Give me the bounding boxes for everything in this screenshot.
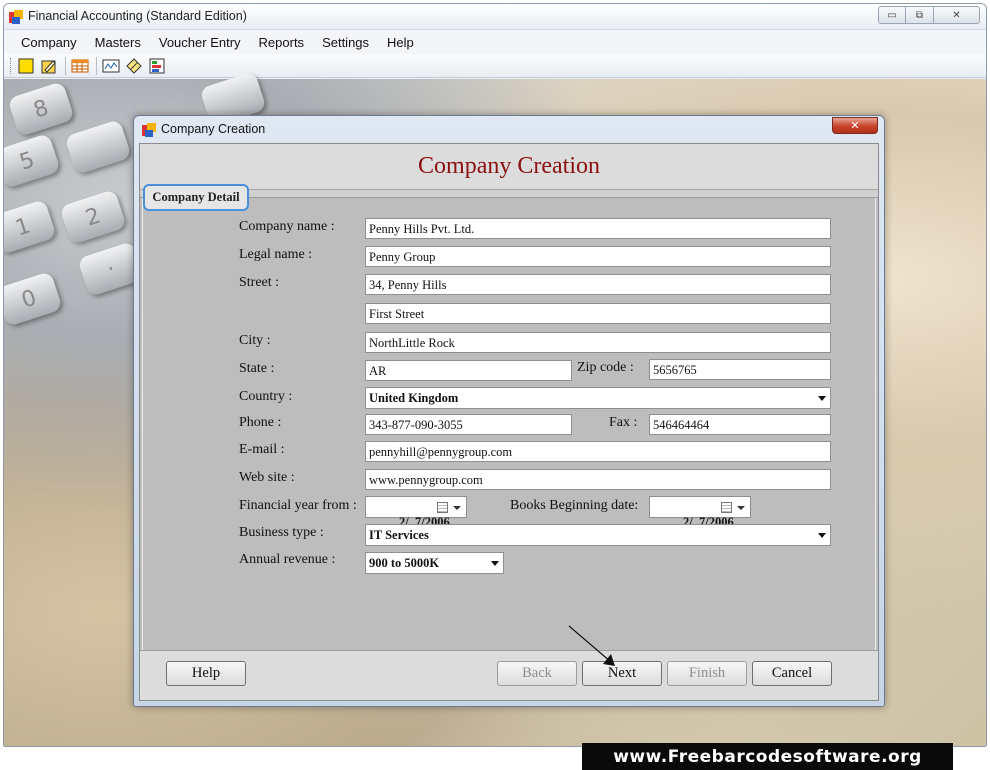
website-field[interactable]: www.pennygroup.com <box>365 469 831 490</box>
chevron-down-icon[interactable] <box>453 506 461 510</box>
calendar-icon[interactable] <box>721 502 732 513</box>
page-title: Company Creation <box>418 153 600 179</box>
business-type-label: Business type : <box>239 525 324 540</box>
fax-field[interactable]: 546464464 <box>649 414 831 435</box>
toolbar-separator <box>65 56 66 75</box>
back-button[interactable]: Back <box>497 661 577 686</box>
open-icon[interactable] <box>40 57 58 75</box>
country-label: Country : <box>239 389 293 404</box>
legal-name-label: Legal name : <box>239 247 313 262</box>
tab-company-detail[interactable]: Company Detail <box>143 184 249 211</box>
finish-button[interactable]: Finish <box>667 661 747 686</box>
website-label: Web site : <box>239 470 295 485</box>
dialog-title: Company Creation <box>161 122 266 136</box>
app-icon <box>142 123 156 137</box>
dialog-title-bar: Company Creation ✕ <box>134 116 884 142</box>
annual-revenue-label: Annual revenue : <box>239 552 336 567</box>
email-label: E-mail : <box>239 442 285 457</box>
company-name-label: Company name : <box>239 219 335 234</box>
calculator-graphic: 8 5 2 1 · 0 <box>4 71 267 339</box>
phone-field[interactable]: 343-877-090-3055 <box>365 414 572 435</box>
help-button[interactable]: Help <box>166 661 246 686</box>
new-icon[interactable] <box>17 57 35 75</box>
window-controls: ▭ ⧉ ✕ <box>878 6 980 24</box>
toolbar-separator <box>96 56 97 75</box>
title-bar: Financial Accounting (Standard Edition) … <box>4 4 986 30</box>
country-select[interactable]: United Kingdom <box>365 387 831 409</box>
close-button[interactable]: ✕ <box>934 6 980 24</box>
chevron-down-icon[interactable] <box>818 533 826 538</box>
toolbar <box>4 54 986 78</box>
business-type-value: IT Services <box>369 528 429 542</box>
tab-strip <box>140 190 878 198</box>
chevron-down-icon[interactable] <box>737 506 745 510</box>
edit-icon[interactable] <box>125 57 143 75</box>
email-field[interactable]: pennyhill@pennygroup.com <box>365 441 831 462</box>
country-value: United Kingdom <box>369 391 459 405</box>
city-field[interactable]: NorthLittle Rock <box>365 332 831 353</box>
window-title: Financial Accounting (Standard Edition) <box>28 9 247 23</box>
maximize-button[interactable]: ⧉ <box>906 6 934 24</box>
menu-company[interactable]: Company <box>12 35 86 50</box>
minimize-button[interactable]: ▭ <box>878 6 906 24</box>
button-band: Help Back Next Finish Cancel <box>140 650 878 700</box>
header-band: Company Creation <box>140 144 878 190</box>
financial-year-from-label: Financial year from : <box>239 498 357 513</box>
menu-settings[interactable]: Settings <box>313 35 378 50</box>
company-name-field[interactable]: Penny Hills Pvt. Ltd. <box>365 218 831 239</box>
cancel-button[interactable]: Cancel <box>752 661 832 686</box>
state-field[interactable]: AR <box>365 360 572 381</box>
state-label: State : <box>239 361 275 376</box>
street-line2-field[interactable]: First Street <box>365 303 831 324</box>
menu-voucher-entry[interactable]: Voucher Entry <box>150 35 250 50</box>
menu-help[interactable]: Help <box>378 35 423 50</box>
chevron-down-icon[interactable] <box>818 396 826 401</box>
legal-name-field[interactable]: Penny Group <box>365 246 831 267</box>
menu-reports[interactable]: Reports <box>250 35 314 50</box>
calendar-icon[interactable] <box>437 502 448 513</box>
dialog-close-button[interactable]: ✕ <box>832 117 878 134</box>
company-creation-dialog: Company Creation ✕ Company Creation Comp… <box>133 115 885 707</box>
chart-icon[interactable] <box>148 57 166 75</box>
menu-masters[interactable]: Masters <box>86 35 150 50</box>
grid-icon[interactable] <box>71 57 89 75</box>
phone-label: Phone : <box>239 415 282 430</box>
toolbar-grip <box>10 57 13 74</box>
city-label: City : <box>239 333 271 348</box>
zip-code-field[interactable]: 5656765 <box>649 359 831 380</box>
annual-revenue-select[interactable]: 900 to 5000K <box>365 552 504 574</box>
app-icon <box>9 10 23 24</box>
company-detail-form: Company name : Penny Hills Pvt. Ltd. Leg… <box>142 198 876 650</box>
books-beginning-date-picker[interactable]: 2/ 7/2006 <box>649 496 751 529</box>
next-button[interactable]: Next <box>582 661 662 686</box>
fax-label: Fax : <box>609 415 638 430</box>
menu-bar: Company Masters Voucher Entry Reports Se… <box>4 30 986 54</box>
financial-year-from-picker[interactable]: 2/ 7/2006 <box>365 496 467 529</box>
zip-code-label: Zip code : <box>577 360 634 375</box>
business-type-select[interactable]: IT Services <box>365 524 831 546</box>
books-beginning-date-label: Books Beginning date: <box>510 498 639 513</box>
street-line1-field[interactable]: 34, Penny Hills <box>365 274 831 295</box>
annual-revenue-value: 900 to 5000K <box>369 556 440 570</box>
chevron-down-icon[interactable] <box>491 561 499 566</box>
street-label: Street : <box>239 275 280 290</box>
report-icon[interactable] <box>102 57 120 75</box>
website-watermark: www.Freebarcodesoftware.org <box>582 743 953 770</box>
dialog-body: Company Creation Company Detail Company … <box>139 143 879 701</box>
